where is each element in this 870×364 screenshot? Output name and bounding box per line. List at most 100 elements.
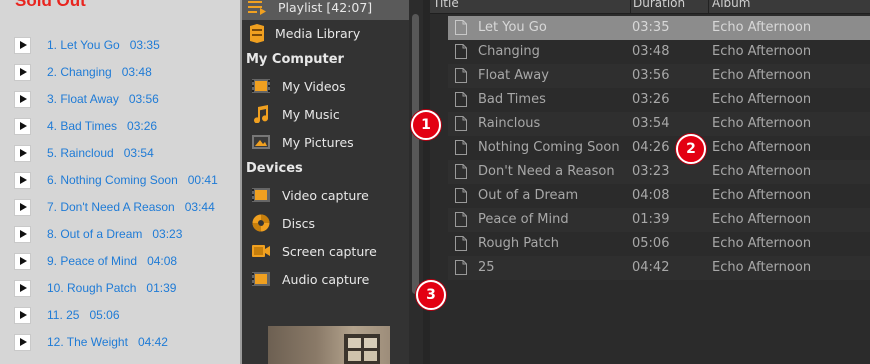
row-duration: 04:08: [632, 188, 670, 203]
sidebar-item-audio-capture[interactable]: Audio capture: [242, 266, 409, 292]
track-label[interactable]: 2. Changing: [47, 65, 112, 79]
track-item[interactable]: 4. Bad Times 03:26: [14, 117, 157, 135]
play-icon[interactable]: [14, 198, 31, 216]
column-header-title[interactable]: Title: [433, 0, 459, 10]
file-icon: [455, 140, 467, 155]
track-item[interactable]: 3. Float Away 03:56: [14, 90, 159, 108]
track-label[interactable]: 5. Raincloud: [47, 146, 114, 160]
track-label[interactable]: 4. Bad Times: [47, 119, 117, 133]
play-icon[interactable]: [14, 90, 31, 108]
sidebar-item-media-library[interactable]: Media Library: [242, 20, 409, 46]
track-duration: 04:42: [137, 335, 168, 349]
sidebar-item-label: My Music: [282, 106, 340, 122]
playlist-row[interactable]: Float Away 03:56 Echo Afternoon: [448, 64, 870, 88]
play-icon[interactable]: [14, 171, 31, 189]
row-title: Nothing Coming Soon: [478, 140, 620, 155]
playlist-row[interactable]: Bad Times 03:26 Echo Afternoon: [448, 88, 870, 112]
track-label[interactable]: 7. Don't Need A Reason: [47, 200, 175, 214]
track-item[interactable]: 11. 25 05:06: [14, 306, 120, 324]
video-capture-icon: [251, 185, 271, 205]
track-label[interactable]: 8. Out of a Dream: [47, 227, 142, 241]
track-duration: 05:06: [89, 308, 120, 322]
row-album: Echo Afternoon: [712, 116, 812, 131]
track-item[interactable]: 2. Changing 03:48: [14, 63, 152, 81]
sidebar-item-discs[interactable]: Discs: [242, 210, 409, 236]
track-duration: 03:54: [123, 146, 154, 160]
sidebar-item-video-capture[interactable]: Video capture: [242, 182, 409, 208]
row-album: Echo Afternoon: [712, 188, 812, 203]
file-icon: [455, 44, 467, 59]
row-duration: 03:26: [632, 92, 670, 107]
column-divider[interactable]: [630, 0, 631, 13]
row-duration: 01:39: [632, 212, 670, 227]
play-icon[interactable]: [14, 279, 31, 297]
file-icon: [455, 164, 467, 179]
track-item[interactable]: 12. The Weight 04:42: [14, 333, 168, 351]
sidebar-scrollbar-thumb[interactable]: [412, 14, 419, 294]
sidebar-item-label: Video capture: [282, 187, 369, 203]
row-title: Bad Times: [478, 92, 546, 107]
track-label[interactable]: 9. Peace of Mind: [47, 254, 137, 268]
row-title: Out of a Dream: [478, 188, 579, 203]
playlist-row[interactable]: Rough Patch 05:06 Echo Afternoon: [448, 232, 870, 256]
sidebar-item-playlist[interactable]: Playlist [42:07]: [242, 0, 409, 20]
sidebar-item-screen-capture[interactable]: Screen capture: [242, 238, 409, 264]
play-icon[interactable]: [14, 144, 31, 162]
playlist-row[interactable]: Don't Need a Reason 03:23 Echo Afternoon: [448, 160, 870, 184]
album-web-panel: Sold Out 1. Let You Go 03:35 2. Changing…: [0, 0, 241, 364]
playlist-view: Title Duration Album Let You Go 03:35 Ec…: [430, 0, 870, 364]
column-divider[interactable]: [708, 0, 709, 13]
track-item[interactable]: 10. Rough Patch 01:39: [14, 279, 176, 297]
track-item[interactable]: 6. Nothing Coming Soon 00:41: [14, 171, 218, 189]
track-label[interactable]: 6. Nothing Coming Soon: [47, 173, 178, 187]
music-note-icon: [251, 104, 271, 124]
row-album: Echo Afternoon: [712, 92, 812, 107]
file-icon: [455, 236, 467, 251]
sidebar-item-my-videos[interactable]: My Videos: [242, 73, 409, 99]
playlist-row[interactable]: Changing 03:48 Echo Afternoon: [448, 40, 870, 64]
row-album: Echo Afternoon: [712, 140, 812, 155]
track-label[interactable]: 10. Rough Patch: [47, 281, 136, 295]
track-item[interactable]: 8. Out of a Dream 03:23: [14, 225, 182, 243]
track-label[interactable]: 1. Let You Go: [47, 38, 120, 52]
section-heading-my-computer: My Computer: [246, 52, 344, 67]
disc-icon: [251, 213, 271, 233]
play-icon[interactable]: [14, 333, 31, 351]
track-duration: 03:26: [127, 119, 158, 133]
track-duration: 03:23: [152, 227, 183, 241]
column-header-duration[interactable]: Duration: [633, 0, 685, 10]
row-title: 25: [478, 260, 495, 275]
play-icon[interactable]: [14, 306, 31, 324]
playlist-row[interactable]: Rainclous 03:54 Echo Afternoon: [448, 112, 870, 136]
playlist-row[interactable]: Out of a Dream 04:08 Echo Afternoon: [448, 184, 870, 208]
screen-capture-icon: [251, 241, 271, 261]
playlist-row[interactable]: Let You Go 03:35 Echo Afternoon: [448, 16, 870, 40]
play-icon[interactable]: [14, 225, 31, 243]
play-icon[interactable]: [14, 36, 31, 54]
track-duration: 00:41: [187, 173, 218, 187]
playlist-row[interactable]: Nothing Coming Soon 04:26 Echo Afternoon: [448, 136, 870, 160]
track-duration: 03:48: [121, 65, 152, 79]
track-item[interactable]: 1. Let You Go 03:35: [14, 36, 160, 54]
row-album: Echo Afternoon: [712, 68, 812, 83]
play-icon[interactable]: [14, 117, 31, 135]
sidebar: Playlist [42:07] Media Library My Comput…: [242, 0, 409, 364]
track-label[interactable]: 3. Float Away: [47, 92, 119, 106]
file-icon: [455, 20, 467, 35]
track-label[interactable]: 12. The Weight: [47, 335, 128, 349]
track-item[interactable]: 5. Raincloud 03:54: [14, 144, 154, 162]
playlist-row[interactable]: 25 04:42 Echo Afternoon: [448, 256, 870, 280]
row-title: Peace of Mind: [478, 212, 569, 227]
column-header-album[interactable]: Album: [712, 0, 750, 10]
sidebar-item-my-music[interactable]: My Music: [242, 101, 409, 127]
row-album: Echo Afternoon: [712, 236, 812, 251]
play-icon[interactable]: [14, 63, 31, 81]
play-icon[interactable]: [14, 252, 31, 270]
sidebar-item-my-pictures[interactable]: My Pictures: [242, 129, 409, 155]
playlist-row[interactable]: Peace of Mind 01:39 Echo Afternoon: [448, 208, 870, 232]
track-item[interactable]: 7. Don't Need A Reason 03:44: [14, 198, 215, 216]
sidebar-item-label: Media Library: [275, 25, 361, 41]
track-item[interactable]: 9. Peace of Mind 04:08: [14, 252, 177, 270]
track-label[interactable]: 11. 25: [47, 308, 79, 322]
row-album: Echo Afternoon: [712, 44, 812, 59]
